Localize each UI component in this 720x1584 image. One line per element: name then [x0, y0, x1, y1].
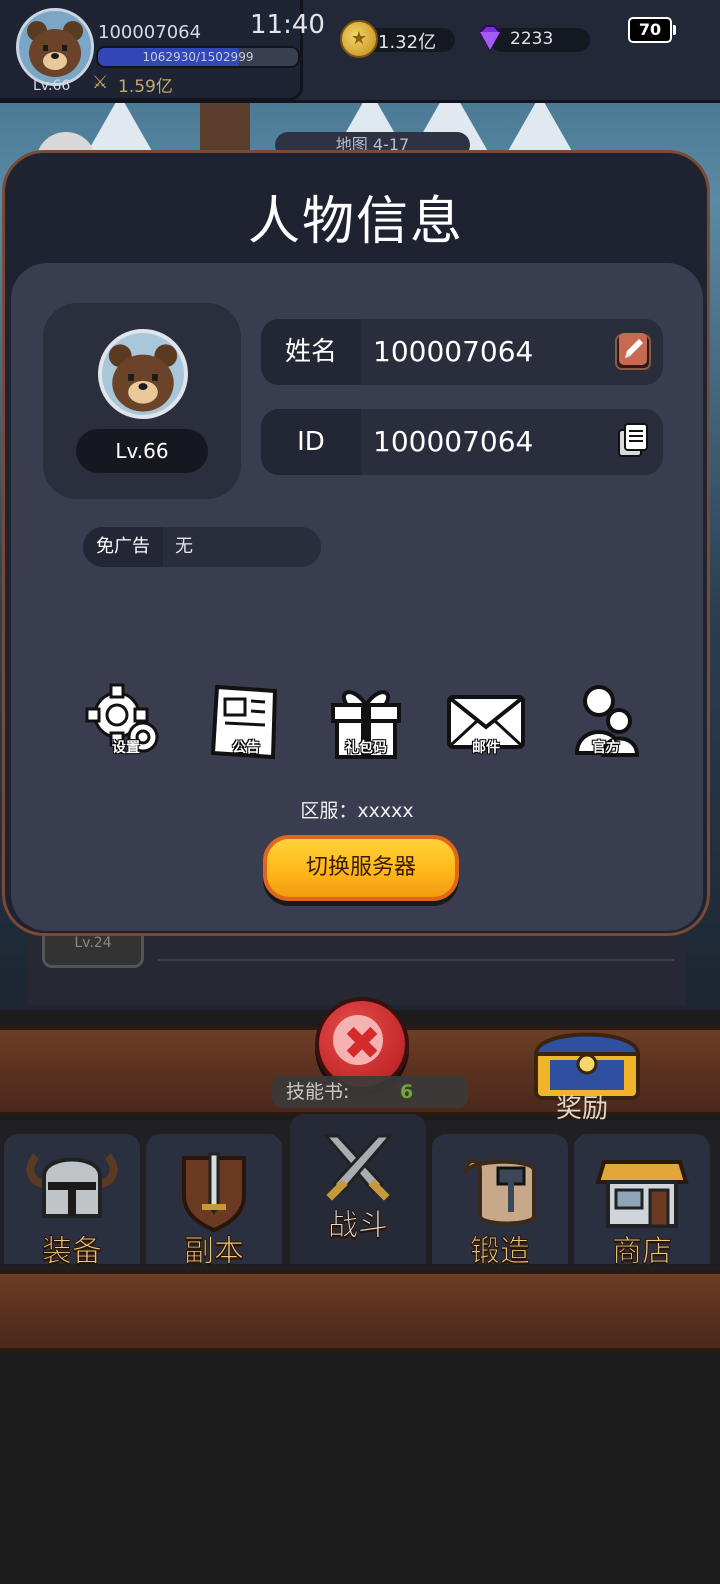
name-label: 姓名: [261, 319, 361, 385]
exp-bar: 1062930/1502999: [96, 46, 300, 68]
official-label: 官方: [592, 740, 620, 756]
bear-face-icon: [108, 344, 178, 412]
nav-dungeon[interactable]: 副本: [146, 1134, 282, 1270]
name-value: 100007064: [373, 335, 534, 368]
settings-label: 设置: [112, 740, 140, 756]
coin-icon: [340, 20, 378, 58]
settings-button[interactable]: 设置: [83, 681, 169, 767]
nav-battle-label: 战斗: [328, 1208, 389, 1244]
id-value: 100007064: [373, 425, 534, 458]
nav-dungeon-label: 副本: [184, 1234, 245, 1270]
combat-power: 1.59亿: [118, 77, 173, 97]
modal-body: Lv.66 姓名 100007064 ID 100007064 免广告 无 设置…: [11, 263, 703, 931]
notice-label: 公告: [232, 740, 260, 756]
gift-code-button[interactable]: 礼包码: [323, 681, 409, 767]
gift-code-label: 礼包码: [345, 740, 387, 756]
nav-shop-label: 商店: [612, 1234, 673, 1270]
level-badge: Lv.66: [76, 429, 208, 473]
copy-icon[interactable]: [615, 422, 651, 460]
player-name: 100007064: [98, 22, 202, 43]
no-ads-label: 免广告: [83, 527, 163, 567]
official-button[interactable]: 官方: [563, 681, 649, 767]
name-row: 姓名 100007064: [261, 319, 663, 385]
top-hud: 100007064 1062930/1502999 Lv.66 ⚔ 1.59亿 …: [0, 0, 720, 103]
profile-avatar[interactable]: [98, 329, 188, 419]
helmet-icon: [26, 1153, 118, 1218]
switch-server-button[interactable]: 切换服务器: [263, 835, 459, 901]
battery-indicator: 70: [628, 17, 676, 43]
player-avatar[interactable]: [16, 8, 94, 86]
close-icon: ✖: [342, 1016, 382, 1070]
skill-book-counter: 技能书: 6: [272, 1076, 468, 1108]
gem-icon: [478, 25, 502, 53]
player-level: Lv.66: [33, 78, 71, 94]
power-swords-icon: ⚔: [92, 72, 109, 93]
sword-shield-icon: [182, 1152, 246, 1233]
skill-book-count: 6: [400, 1081, 414, 1103]
coin-count: 1.32亿: [378, 32, 437, 53]
list-level-badge: Lv.24: [42, 935, 144, 968]
shop-icon: [595, 1160, 689, 1228]
scroll-hammer-icon: [463, 1159, 536, 1226]
nav-forge[interactable]: 锻造: [432, 1134, 568, 1270]
clock: 11:40: [250, 10, 325, 40]
id-row: ID 100007064: [261, 409, 663, 475]
skill-book-label: 技能书:: [286, 1081, 350, 1103]
character-info-modal: 人物信息 Lv.66 姓名 100007064 ID 100007064 免广告…: [2, 150, 710, 936]
background-list: Lv.24: [28, 935, 686, 1005]
notice-button[interactable]: 公告: [203, 681, 289, 767]
list-divider: [158, 959, 674, 961]
edit-icon[interactable]: [615, 332, 651, 370]
mail-button[interactable]: 邮件: [443, 681, 529, 767]
gem-count: 2233: [510, 29, 554, 49]
no-ads-value: 无: [175, 536, 193, 557]
wood-band-bottom: [0, 1270, 720, 1352]
id-label: ID: [261, 409, 361, 475]
nav-equipment[interactable]: 装备: [4, 1134, 140, 1270]
mail-label: 邮件: [472, 740, 500, 756]
bear-face-icon: [27, 21, 83, 77]
nav-equipment-label: 装备: [42, 1234, 103, 1270]
server-info: 区服：xxxxx: [300, 800, 414, 822]
nav-forge-label: 锻造: [470, 1234, 531, 1270]
avatar-card: Lv.66: [43, 303, 241, 499]
exp-text: 1062930/1502999: [142, 50, 254, 64]
nav-shop[interactable]: 商店: [574, 1134, 710, 1270]
no-ads-row: 免广告 无: [83, 527, 321, 567]
modal-title: 人物信息: [247, 192, 464, 252]
nav-battle[interactable]: 战斗: [290, 1114, 426, 1264]
bottom-navigation: 装备 副本 战斗 锻造 商店: [0, 1114, 720, 1270]
